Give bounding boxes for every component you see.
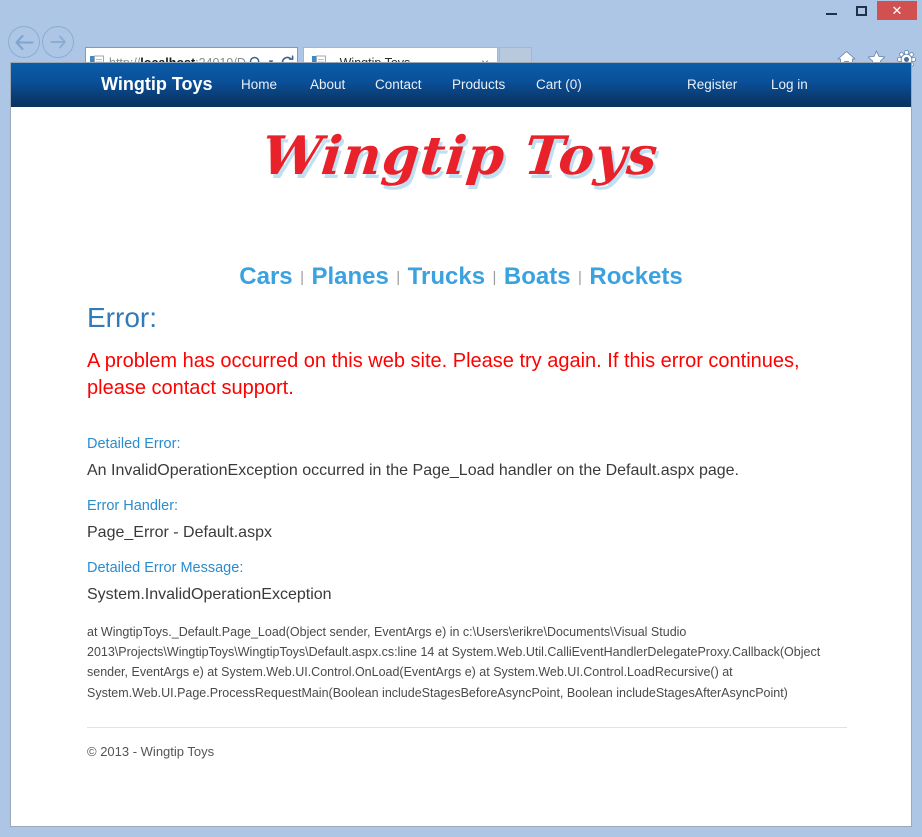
error-handler-label: Error Handler:	[87, 497, 179, 514]
browser-toolbar: http://localhost:24019/De ▾	[0, 22, 922, 78]
nav-item-products[interactable]: Products	[452, 77, 505, 92]
category-link-trucks[interactable]: Trucks	[408, 263, 485, 290]
category-link-cars[interactable]: Cars	[239, 263, 292, 290]
forward-arrow-icon	[50, 35, 66, 49]
footer-divider	[87, 726, 847, 728]
nav-item-login[interactable]: Log in	[771, 77, 808, 92]
site-logo: Wingtip Toys	[258, 125, 662, 187]
category-separator: |	[396, 269, 401, 286]
maximize-button[interactable]	[847, 1, 876, 20]
detailed-error-label: Detailed Error:	[87, 435, 181, 452]
back-button[interactable]	[8, 26, 40, 58]
category-link-rockets[interactable]: Rockets	[589, 263, 682, 290]
detailed-error-value: An InvalidOperationException occurred in…	[87, 462, 739, 480]
category-separator: |	[300, 269, 304, 286]
close-icon: ✕	[891, 3, 903, 18]
category-link-boats[interactable]: Boats	[504, 263, 571, 290]
forward-button[interactable]	[42, 26, 74, 58]
nav-item-home[interactable]: Home	[241, 77, 277, 92]
site-logo-container: Wingtip Toys	[11, 107, 911, 189]
detailed-error-message-value: System.InvalidOperationException	[87, 586, 332, 604]
site-brand[interactable]: Wingtip Toys	[101, 74, 213, 95]
minimize-button[interactable]	[817, 1, 846, 20]
footer-copyright: © 2013 - Wingtip Toys	[87, 743, 215, 759]
close-window-button[interactable]: ✕	[877, 1, 917, 20]
page-viewport: Wingtip Toys Home About Contact Products…	[10, 62, 912, 827]
browser-window: ✕ http://localhost:24019/De	[0, 0, 922, 837]
maximize-icon	[856, 5, 867, 16]
error-content: Error: A problem has occurred on this we…	[87, 302, 847, 759]
minimize-icon	[826, 12, 837, 15]
nav-item-contact[interactable]: Contact	[375, 77, 422, 92]
category-link-planes[interactable]: Planes	[311, 263, 388, 290]
detailed-error-message-label: Detailed Error Message:	[87, 559, 244, 576]
nav-item-cart[interactable]: Cart (0)	[536, 77, 582, 92]
error-message: A problem has occurred on this web site.…	[87, 349, 800, 399]
stack-trace: at WingtipToys._Default.Page_Load(Object…	[87, 624, 821, 700]
category-separator: |	[492, 269, 497, 286]
nav-item-register[interactable]: Register	[687, 77, 737, 92]
category-separator: |	[578, 269, 582, 286]
page-title: Error:	[87, 302, 157, 333]
back-arrow-icon	[14, 34, 34, 50]
nav-item-about[interactable]: About	[310, 77, 345, 92]
category-links: Cars | Planes | Trucks | Boats | Rockets	[11, 263, 911, 291]
title-bar: ✕	[0, 0, 922, 22]
site-navbar: Wingtip Toys Home About Contact Products…	[11, 63, 911, 107]
error-handler-value: Page_Error - Default.aspx	[87, 524, 272, 542]
